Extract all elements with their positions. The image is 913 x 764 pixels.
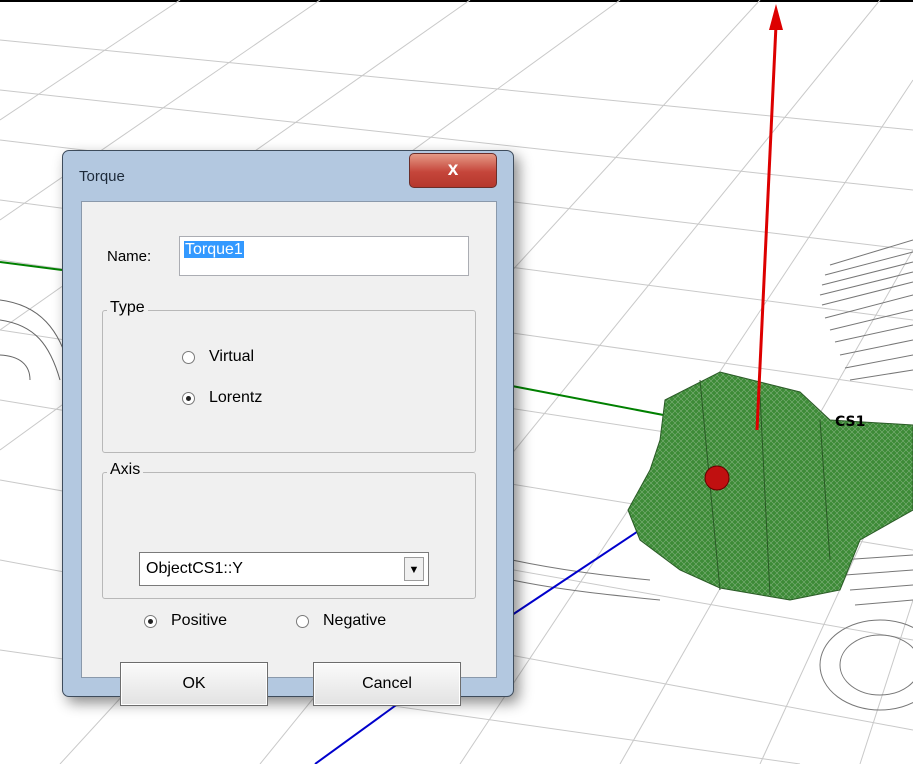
close-button[interactable]: x bbox=[409, 153, 497, 188]
dialog-title: Torque bbox=[79, 168, 125, 185]
axis-select[interactable]: ObjectCS1::Y ▼ bbox=[139, 552, 429, 586]
dialog-client-area: Name: Torque1 Type Virtual Lorentz Axis … bbox=[81, 201, 497, 706]
name-input-value: Torque1 bbox=[184, 241, 244, 258]
radio-positive[interactable]: Positive bbox=[144, 612, 227, 630]
x-axis-arrowhead bbox=[769, 4, 783, 30]
radio-lorentz-label: Lorentz bbox=[209, 389, 263, 406]
radio-virtual-indicator bbox=[182, 350, 195, 364]
chevron-down-icon[interactable]: ▼ bbox=[404, 557, 424, 581]
axis-group-legend: Axis bbox=[107, 461, 144, 479]
radio-positive-indicator bbox=[144, 614, 157, 628]
radio-negative[interactable]: Negative bbox=[296, 612, 386, 630]
radio-virtual-label: Virtual bbox=[209, 348, 255, 365]
name-input[interactable]: Torque1 bbox=[179, 236, 469, 276]
radio-negative-label: Negative bbox=[323, 612, 387, 629]
mesh-model bbox=[627, 371, 913, 601]
type-group-legend: Type bbox=[107, 299, 148, 317]
ok-button[interactable]: OK bbox=[120, 662, 268, 706]
torque-dialog: Torque x Name: Torque1 Type Virtual Lore… bbox=[62, 150, 514, 706]
coordinate-system-label: CS1 bbox=[835, 414, 866, 430]
origin-marker bbox=[704, 465, 730, 491]
name-label: Name: bbox=[107, 248, 152, 265]
cancel-button[interactable]: Cancel bbox=[313, 662, 461, 706]
radio-lorentz-indicator bbox=[182, 391, 195, 405]
y-axis-line-left bbox=[0, 261, 63, 271]
type-group: Type Virtual Lorentz bbox=[102, 299, 476, 453]
axis-select-value: ObjectCS1::Y bbox=[146, 560, 243, 577]
close-icon: x bbox=[447, 159, 459, 180]
wireframe-left bbox=[0, 299, 71, 381]
radio-lorentz[interactable]: Lorentz bbox=[182, 389, 262, 407]
radio-negative-indicator bbox=[296, 614, 309, 628]
radio-positive-label: Positive bbox=[171, 612, 228, 629]
radio-virtual[interactable]: Virtual bbox=[182, 348, 254, 366]
